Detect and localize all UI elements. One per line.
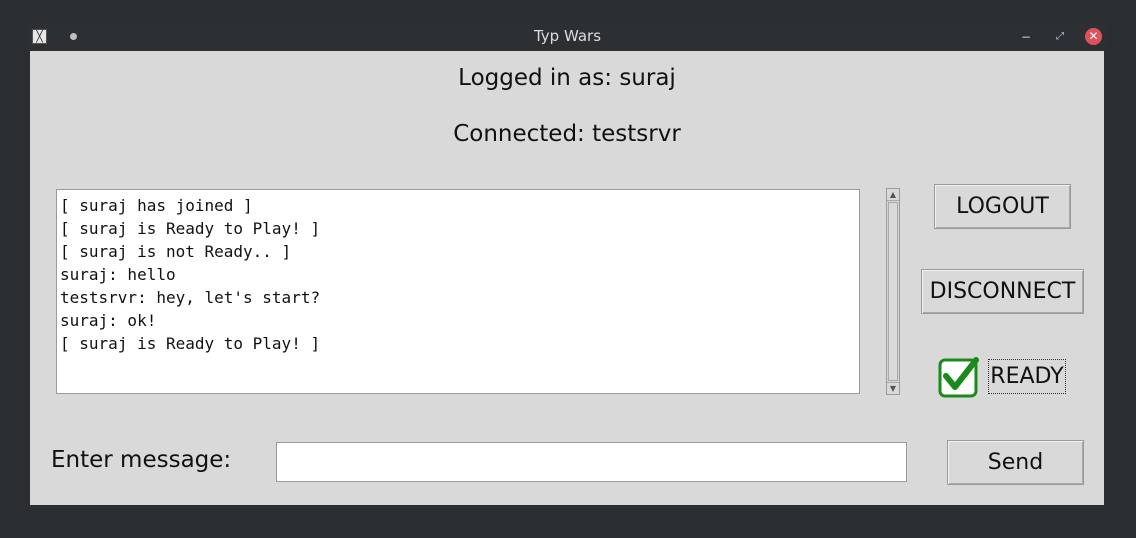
minimize-icon[interactable]: −: [1018, 29, 1034, 45]
chat-line: [ suraj is Ready to Play! ]: [60, 219, 321, 238]
scroll-track[interactable]: [888, 202, 898, 381]
chat-scrollbar[interactable]: ▲ ▼: [886, 188, 900, 395]
chat-line: [ suraj has joined ]: [60, 196, 253, 215]
chat-line: testsrvr: hey, let's start?: [60, 288, 321, 307]
ready-label[interactable]: READY: [988, 359, 1066, 394]
maximize-icon[interactable]: ⤢: [1052, 29, 1068, 45]
chat-log[interactable]: [ suraj has joined ] [ suraj is Ready to …: [56, 189, 860, 394]
chat-line: [ suraj is Ready to Play! ]: [60, 334, 321, 353]
enter-message-label: Enter message:: [51, 447, 232, 473]
title-bar: ╳ Typ Wars − ⤢ ✕: [27, 23, 1108, 51]
close-icon[interactable]: ✕: [1085, 28, 1102, 45]
ready-checkbox[interactable]: [938, 356, 980, 398]
message-input[interactable]: [276, 442, 907, 482]
chat-line: suraj: hello: [60, 265, 176, 284]
scroll-up-icon[interactable]: ▲: [887, 189, 899, 201]
chat-line: suraj: ok!: [60, 311, 157, 330]
logged-in-label: Logged in as: suraj: [458, 65, 676, 91]
scroll-down-icon[interactable]: ▼: [887, 382, 899, 394]
chat-line: [ suraj is not Ready.. ]: [60, 242, 292, 261]
send-button[interactable]: Send: [947, 440, 1084, 485]
disconnect-button[interactable]: DISCONNECT: [921, 269, 1084, 314]
main-content: Logged in as: suraj Connected: testsrvr …: [30, 51, 1104, 505]
app-window: ╳ Typ Wars − ⤢ ✕ Logged in as: suraj Con…: [27, 23, 1108, 509]
logout-button[interactable]: LOGOUT: [934, 184, 1071, 229]
window-title: Typ Wars: [533, 27, 602, 45]
connected-label: Connected: testsrvr: [453, 121, 681, 147]
